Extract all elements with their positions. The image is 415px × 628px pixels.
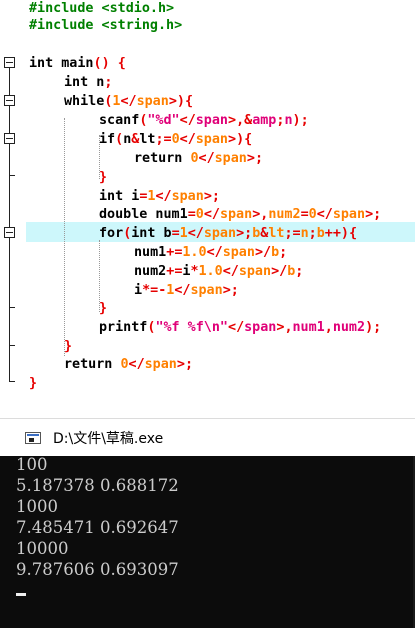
code-line: double num1=0</span>,num2=0</span>; xyxy=(99,207,382,222)
fold-line xyxy=(9,68,10,95)
output-line: 9.787606 0.693097 xyxy=(16,560,179,579)
code-line: } xyxy=(64,339,73,354)
fold-line xyxy=(9,144,10,228)
fold-end-tick xyxy=(9,345,15,346)
code-line: return 0</span>; xyxy=(134,151,263,166)
fold-toggle-main[interactable] xyxy=(4,57,15,68)
code-line: int main() { xyxy=(29,56,126,71)
indent-guide xyxy=(64,118,65,356)
code-line: num1+=1.0</span>/b; xyxy=(134,245,288,260)
fold-end-tick xyxy=(9,381,15,382)
code-line: } xyxy=(99,170,108,185)
console-app-icon xyxy=(25,432,41,444)
code-line: } xyxy=(29,376,38,391)
code-line: int n; xyxy=(64,75,113,90)
code-line: } xyxy=(99,301,108,316)
fold-line xyxy=(9,106,10,133)
text-cursor xyxy=(16,593,26,596)
fold-toggle-while[interactable] xyxy=(4,95,15,106)
code-line: num2+=i*1.0</span>/b; xyxy=(134,264,304,279)
code-line: printf("%f %f\n"</span>,num1,num2); xyxy=(99,320,382,335)
fold-line xyxy=(9,238,10,381)
fold-gutter xyxy=(0,0,26,400)
console-titlebar[interactable]: D:\文件\草稿.exe xyxy=(0,419,415,456)
code-line: return 0</span>; xyxy=(64,357,193,372)
code-line: i*=-1</span>; xyxy=(134,283,239,298)
code-line: if(n&lt;=0</span>){ xyxy=(99,132,253,147)
code-line: #include <string.h> xyxy=(29,18,183,33)
output-line: 5.187378 0.688172 xyxy=(16,476,179,495)
console-title: D:\文件\草稿.exe xyxy=(53,431,164,447)
fold-end-tick xyxy=(9,175,15,176)
fold-end-tick xyxy=(9,307,15,308)
code-line-current: for(int b=1</span>;b&lt;=n;b++){ xyxy=(99,226,357,241)
output-line: 100 xyxy=(16,455,48,474)
code-editor[interactable]: #include <stdio.h> #include <string.h> i… xyxy=(0,0,415,400)
fold-toggle-if[interactable] xyxy=(4,133,15,144)
fold-toggle-for[interactable] xyxy=(4,227,15,238)
output-line: 10000 xyxy=(16,539,69,558)
console-window[interactable]: D:\文件\草稿.exe 100 5.187378 0.688172 1000 … xyxy=(0,418,415,628)
code-line: while(1</span>){ xyxy=(64,94,193,109)
output-line: 7.485471 0.692647 xyxy=(16,518,179,537)
console-output[interactable]: 100 5.187378 0.688172 1000 7.485471 0.69… xyxy=(0,455,415,628)
code-line: scanf("%d"</span>,&amp;n); xyxy=(99,113,309,128)
code-line: int i=1</span>; xyxy=(99,189,220,204)
output-line: 1000 xyxy=(16,497,58,516)
